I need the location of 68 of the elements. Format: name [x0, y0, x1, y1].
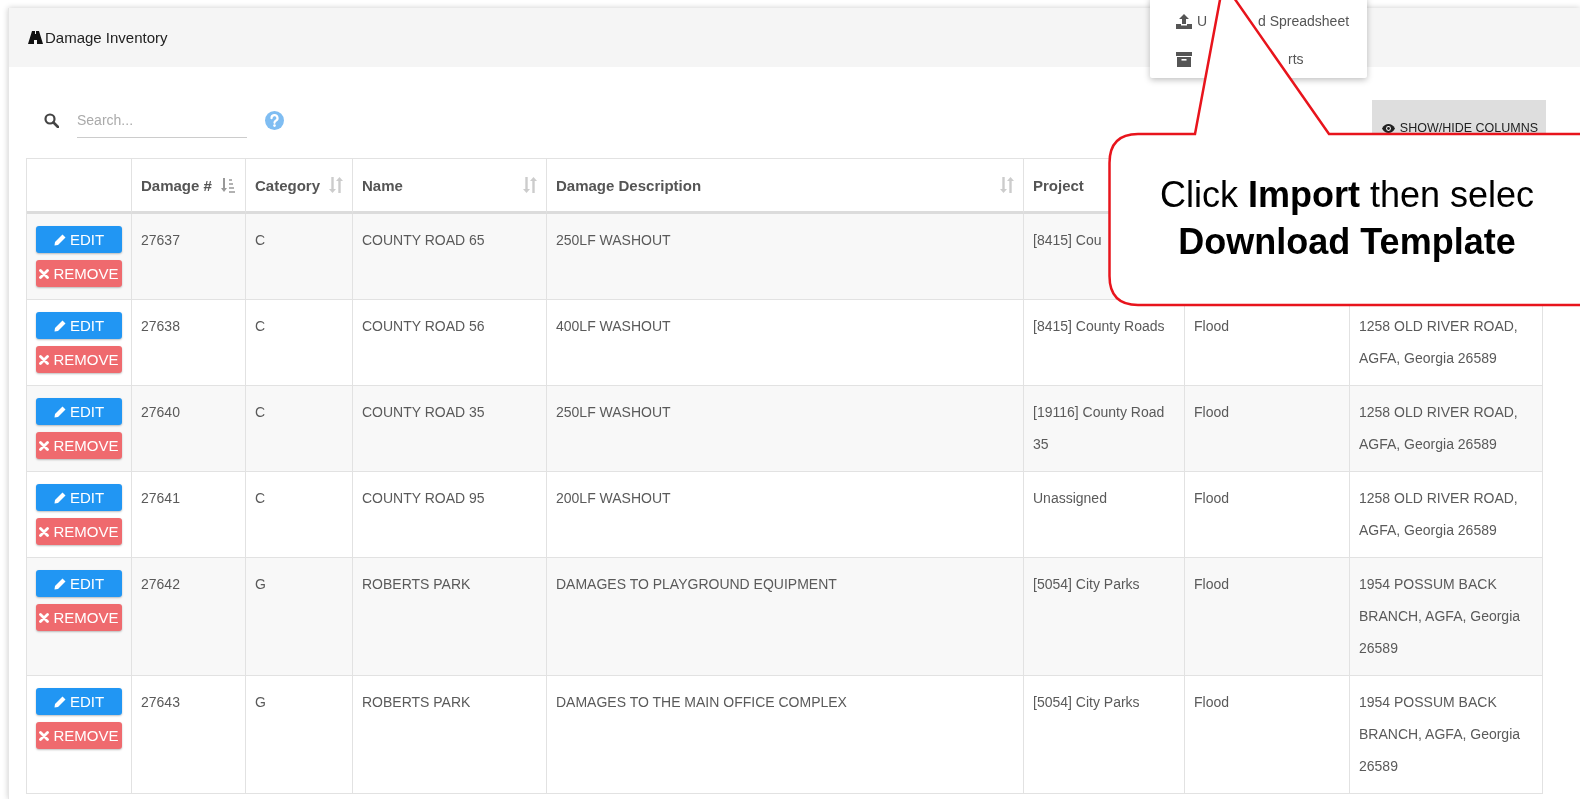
menu-item[interactable]: U	[1197, 13, 1208, 29]
table-cell: 250LF WASHOUT	[547, 214, 1024, 300]
column-header[interactable]: Category	[255, 176, 321, 194]
table-cell: C	[246, 214, 353, 300]
table-cell: 27643	[132, 676, 246, 794]
eye-icon	[1381, 123, 1395, 133]
remove-button[interactable]: REMOVE	[36, 346, 122, 373]
table-cell: 27637	[132, 214, 246, 300]
column-header[interactable]: Damage #	[141, 176, 212, 194]
edit-button[interactable]: EDIT	[36, 570, 122, 597]
table-cell: G	[246, 676, 353, 794]
close-icon	[39, 730, 50, 741]
table-cell: 1954 POSSUM BACK BRANCH, AGFA, Georgia 26589	[1350, 558, 1543, 676]
table-cell: [5054] City Parks	[1024, 676, 1185, 794]
table-cell: G	[246, 558, 353, 676]
sort-icon[interactable]	[329, 177, 343, 193]
upload-icon	[1176, 13, 1192, 29]
remove-button[interactable]: REMOVE	[36, 432, 122, 459]
table-cell: DAMAGES TO PLAYGROUND EQUIPMENT	[547, 558, 1024, 676]
menu-item[interactable]: rts	[1288, 51, 1304, 67]
table-cell: Flood	[1185, 676, 1350, 794]
table-cell: COUNTY ROAD 35	[353, 386, 547, 472]
pencil-icon	[53, 405, 66, 418]
close-icon	[39, 354, 50, 365]
help-icon[interactable]	[265, 110, 284, 130]
pencil-icon	[53, 577, 66, 590]
column-header[interactable]: Damage Description	[556, 176, 702, 194]
table-cell: C	[246, 386, 353, 472]
table-cell: DAMAGES TO THE MAIN OFFICE COMPLEX	[547, 676, 1024, 794]
close-icon	[39, 440, 50, 451]
table-cell: 27640	[132, 386, 246, 472]
remove-button[interactable]: REMOVE	[36, 518, 122, 545]
close-icon	[39, 612, 50, 623]
edit-button[interactable]: EDIT	[36, 398, 122, 425]
column-header[interactable]: Name	[362, 176, 403, 194]
table-cell: 250LF WASHOUT	[547, 386, 1024, 472]
sort-icon[interactable]	[1000, 177, 1014, 193]
remove-button[interactable]: REMOVE	[36, 604, 122, 631]
remove-button[interactable]: REMOVE	[36, 722, 122, 749]
table-cell: COUNTY ROAD 65	[353, 214, 547, 300]
edit-button[interactable]: EDIT	[36, 688, 122, 715]
sort-descending-icon[interactable]	[221, 177, 236, 193]
edit-button[interactable]: EDIT	[36, 484, 122, 511]
panel-title: Damage Inventory	[45, 29, 168, 46]
table-cell: ROBERTS PARK	[353, 676, 547, 794]
road-icon	[28, 31, 43, 44]
edit-button[interactable]: EDIT	[36, 226, 122, 253]
table-cell: 1258 OLD RIVER ROAD, AGFA, Georgia 26589	[1350, 386, 1543, 472]
close-icon	[39, 268, 50, 279]
archive-icon	[1176, 51, 1192, 67]
table-cell: 1954 POSSUM BACK BRANCH, AGFA, Georgia 26589	[1350, 676, 1543, 794]
remove-button[interactable]: REMOVE	[36, 260, 122, 287]
pencil-icon	[53, 695, 66, 708]
table-cell: ROBERTS PARK	[353, 558, 547, 676]
table-cell: [5054] City Parks	[1024, 558, 1185, 676]
close-icon	[39, 526, 50, 537]
edit-button[interactable]: EDIT	[36, 312, 122, 339]
menu-item[interactable]: d Spreadsheet	[1258, 13, 1350, 29]
pencil-icon	[53, 491, 66, 504]
table-cell: Flood	[1185, 386, 1350, 472]
table-cell: [19116] County Road 35	[1024, 386, 1185, 472]
table-cell: 27642	[132, 558, 246, 676]
search-icon	[44, 112, 59, 128]
table-cell: Flood	[1185, 558, 1350, 676]
pencil-icon	[53, 233, 66, 246]
pencil-icon	[53, 319, 66, 332]
sort-icon[interactable]	[523, 177, 537, 193]
column-header[interactable]: Project	[1033, 176, 1084, 194]
